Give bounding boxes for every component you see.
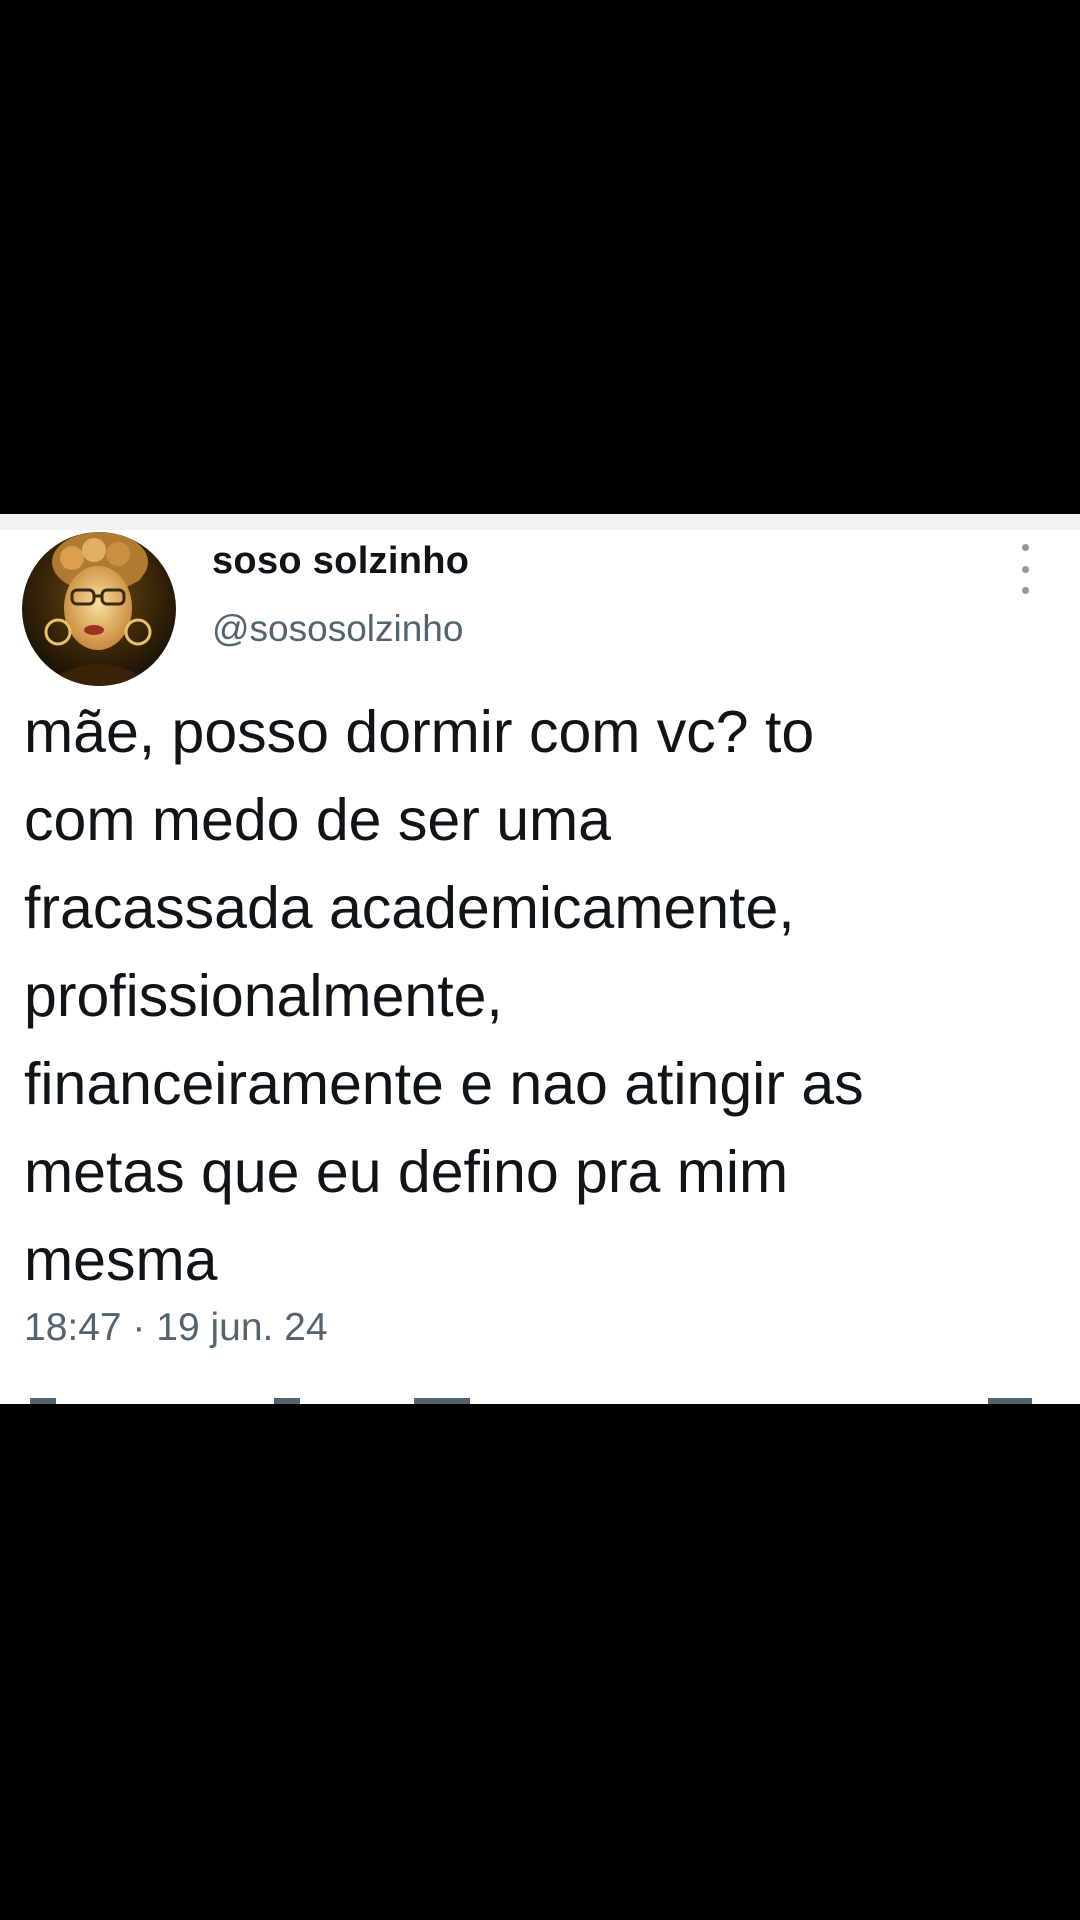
reply-icon[interactable]	[30, 1398, 56, 1404]
tweet-text: mãe, posso dormir com vc? to com medo de…	[24, 688, 1044, 1304]
share-icon[interactable]	[988, 1398, 1032, 1404]
more-options-icon[interactable]	[1010, 544, 1040, 594]
tweet-text-line: mesma	[24, 1227, 218, 1293]
like-icon[interactable]	[414, 1398, 470, 1404]
tweet-card: soso solzinho @sososolzinho mãe, posso d…	[0, 514, 1080, 1404]
user-handle[interactable]: @sososolzinho	[212, 608, 463, 650]
tweet-text-line: metas que eu defino pra mim	[24, 1139, 789, 1205]
avatar[interactable]	[22, 532, 176, 686]
dot	[1021, 544, 1029, 551]
display-name[interactable]: soso solzinho	[212, 540, 469, 583]
tweet-text-line: financeiramente e nao atingir as	[24, 1051, 864, 1117]
tweet-text-line: fracassada academicamente,	[24, 875, 795, 941]
avatar-image	[22, 532, 176, 686]
dot	[1021, 565, 1029, 573]
tweet-text-line: profissionalmente,	[24, 963, 503, 1029]
dot	[1021, 587, 1029, 594]
timestamp[interactable]: 18:47 · 19 jun. 24	[24, 1306, 328, 1350]
tweet-text-line: com medo de ser uma	[24, 787, 611, 853]
retweet-icon[interactable]	[274, 1398, 300, 1404]
divider	[0, 514, 1080, 530]
tweet-text-line: mãe, posso dormir com vc? to	[24, 699, 815, 765]
action-bar	[0, 1398, 1080, 1404]
